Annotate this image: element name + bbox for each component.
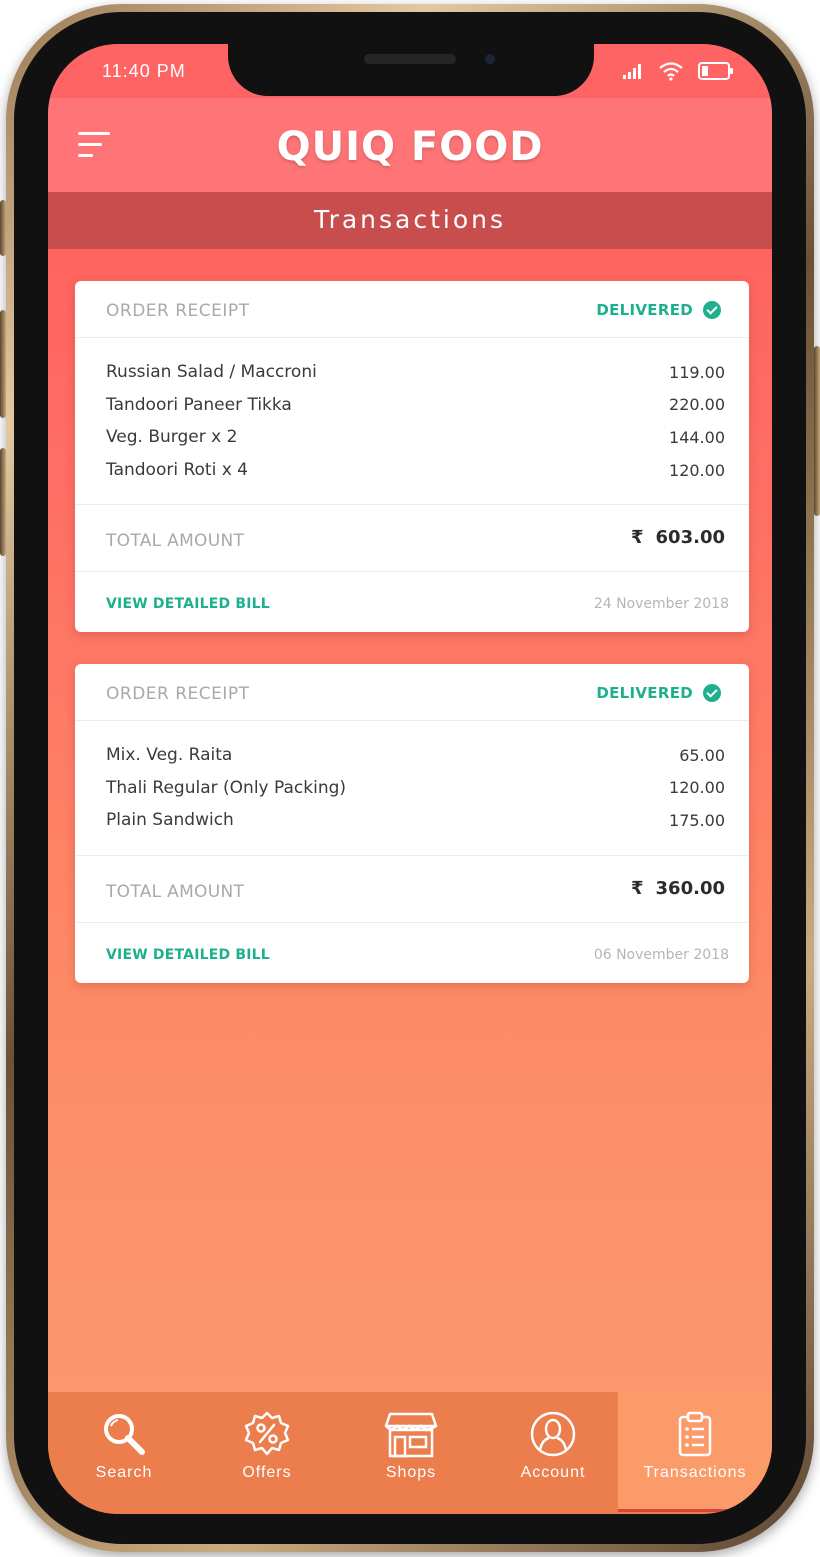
item-name: Tandoori Paneer Tikka xyxy=(106,394,292,415)
mute-switch xyxy=(0,200,6,256)
nav-item-account[interactable]: Account xyxy=(488,1392,618,1514)
total-amount: ₹603.00 xyxy=(631,527,725,548)
nav-label: Offers xyxy=(242,1464,292,1481)
item-name: Tandoori Roti x 4 xyxy=(106,460,248,481)
power-button xyxy=(814,346,820,516)
list-item: Tandoori Paneer Tikka 220.00 xyxy=(106,389,725,422)
nav-item-transactions[interactable]: Transactions xyxy=(618,1392,772,1512)
total-row: TOTAL AMOUNT ₹603.00 xyxy=(75,505,749,573)
item-name: Thali Regular (Only Packing) xyxy=(106,777,347,798)
list-item: Tandoori Roti x 4 120.00 xyxy=(106,454,725,487)
app-title: QUIQ FOOD xyxy=(276,124,544,170)
search-icon xyxy=(104,1414,145,1455)
total-row: TOTAL AMOUNT ₹360.00 xyxy=(75,856,749,923)
speaker-grille xyxy=(364,54,456,64)
offer-badge-icon xyxy=(244,1411,290,1456)
total-label: TOTAL AMOUNT xyxy=(106,531,245,552)
status-text: DELIVERED xyxy=(596,684,693,702)
shop-icon xyxy=(384,1412,438,1458)
total-label: TOTAL AMOUNT xyxy=(106,881,245,902)
list-item: Russian Salad / Maccroni 119.00 xyxy=(106,356,725,389)
item-list: Russian Salad / Maccroni 119.00 Tandoori… xyxy=(75,338,749,506)
cellular-signal-icon xyxy=(623,64,641,79)
item-name: Russian Salad / Maccroni xyxy=(106,362,317,383)
volume-up-button xyxy=(0,310,6,418)
nav-label: Shops xyxy=(385,1464,437,1481)
receipt-label: ORDER RECEIPT xyxy=(106,301,250,321)
item-price: 220.00 xyxy=(669,395,725,415)
item-list: Mix. Veg. Raita 65.00 Thali Regular (Onl… xyxy=(75,721,749,856)
nav-label: Account xyxy=(520,1464,586,1481)
order-date: 24 November 2018 xyxy=(593,596,729,613)
item-name: Plain Sandwich xyxy=(106,810,234,831)
delivery-status: DELIVERED xyxy=(596,301,721,319)
status-text: DELIVERED xyxy=(596,301,693,319)
bottom-nav: Search Offers Shops Account Transactions xyxy=(48,1392,772,1514)
item-price: 144.00 xyxy=(669,427,725,447)
item-name: Mix. Veg. Raita xyxy=(106,745,233,766)
nav-label: Transactions xyxy=(643,1464,747,1481)
rupee-symbol: ₹ xyxy=(631,877,644,899)
volume-down-button xyxy=(0,448,6,556)
clipboard-list-icon xyxy=(678,1411,712,1457)
item-price: 120.00 xyxy=(669,460,725,480)
wifi-icon xyxy=(659,62,683,81)
nav-item-shops[interactable]: Shops xyxy=(334,1392,488,1514)
check-circle-icon xyxy=(703,301,721,319)
card-header: ORDER RECEIPT DELIVERED xyxy=(75,664,749,721)
list-item: Mix. Veg. Raita 65.00 xyxy=(106,739,725,772)
notch xyxy=(228,44,594,96)
card-header: ORDER RECEIPT DELIVERED xyxy=(75,281,749,338)
check-circle-icon xyxy=(703,684,721,702)
item-price: 119.00 xyxy=(669,362,725,382)
item-price: 175.00 xyxy=(669,810,725,830)
card-footer: VIEW DETAILED BILL 06 November 2018 xyxy=(75,923,749,983)
front-camera xyxy=(482,51,498,67)
nav-item-search[interactable]: Search xyxy=(48,1392,200,1514)
list-item: Thali Regular (Only Packing) 120.00 xyxy=(106,772,725,805)
total-amount: ₹360.00 xyxy=(631,878,725,899)
view-detailed-bill-link[interactable]: VIEW DETAILED BILL xyxy=(106,947,270,963)
list-item: Plain Sandwich 175.00 xyxy=(106,804,725,837)
total-value: 603.00 xyxy=(655,527,725,549)
order-receipt-card: ORDER RECEIPT DELIVERED Russian Salad / … xyxy=(75,281,749,633)
item-price: 120.00 xyxy=(669,778,725,798)
status-icons xyxy=(622,60,734,82)
nav-item-offers[interactable]: Offers xyxy=(200,1392,334,1514)
order-date: 06 November 2018 xyxy=(593,946,729,963)
page-title: Transactions xyxy=(313,205,507,234)
user-icon xyxy=(530,1411,576,1457)
rupee-symbol: ₹ xyxy=(631,527,644,549)
page-title-bar: Transactions xyxy=(48,192,772,249)
item-price: 65.00 xyxy=(679,745,725,765)
total-value: 360.00 xyxy=(655,877,725,899)
status-time: 11:40 PM xyxy=(102,61,186,81)
nav-label: Search xyxy=(95,1464,153,1481)
view-detailed-bill-link[interactable]: VIEW DETAILED BILL xyxy=(106,596,270,612)
app-header: QUIQ FOOD xyxy=(48,98,772,192)
battery-icon xyxy=(698,62,733,80)
delivery-status: DELIVERED xyxy=(596,684,721,702)
order-receipt-card: ORDER RECEIPT DELIVERED Mix. Veg. Raita … xyxy=(75,664,749,983)
card-footer: VIEW DETAILED BILL 24 November 2018 xyxy=(75,572,749,632)
list-item: Veg. Burger x 2 144.00 xyxy=(106,421,725,454)
phone-screen: 11:40 PM QUIQ FOOD Transactions ORDER RE… xyxy=(48,44,772,1514)
receipt-label: ORDER RECEIPT xyxy=(106,684,250,704)
item-name: Veg. Burger x 2 xyxy=(106,427,238,448)
